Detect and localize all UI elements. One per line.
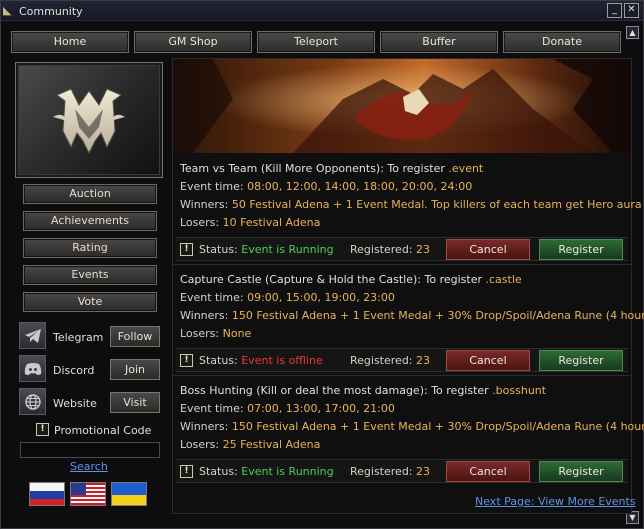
search-link[interactable]: Search [70, 460, 108, 473]
discord-icon [19, 355, 46, 382]
register-button[interactable]: Register [539, 239, 623, 260]
ukraine-flag[interactable] [111, 482, 147, 506]
website-label: Website [53, 397, 97, 410]
cancel-button[interactable]: Cancel [446, 239, 530, 260]
nav-home-button[interactable]: Home [11, 31, 129, 53]
rating-button[interactable]: Rating [23, 238, 157, 258]
event-title: Boss Hunting (Kill or deal the most dama… [180, 384, 547, 397]
nav-gm-shop-button[interactable]: GM Shop [134, 31, 252, 53]
event-losers: Losers: 10 Festival Adena [180, 216, 321, 229]
event-banner-image [173, 59, 631, 153]
discord-label: Discord [53, 364, 95, 377]
nav-donate-button[interactable]: Donate [503, 31, 621, 53]
info-icon: ! [36, 423, 49, 436]
event-capture-castle: Capture Castle (Capture & Hold the Castl… [173, 264, 644, 375]
event-title: Team vs Team (Kill More Opponents): To r… [180, 162, 484, 175]
telegram-icon [19, 322, 46, 349]
usa-flag[interactable] [70, 482, 106, 506]
next-page-link[interactable]: Next Page: View More Events [475, 495, 636, 508]
vote-button[interactable]: Vote [23, 292, 157, 312]
event-command: .event [448, 162, 484, 175]
promo-code-input[interactable] [20, 442, 160, 458]
cancel-button[interactable]: Cancel [446, 461, 530, 482]
register-button[interactable]: Register [539, 350, 623, 371]
event-winners: Winners: 150 Festival Adena + 1 Event Me… [180, 309, 644, 322]
registered-count: Registered: 23 [350, 465, 430, 478]
server-logo [15, 62, 163, 178]
event-time: Event time: 07:00, 13:00, 17:00, 21:00 [180, 402, 395, 415]
discord-join-button[interactable]: Join [110, 359, 160, 380]
auction-button[interactable]: Auction [23, 184, 157, 204]
event-winners: Winners: 150 Festival Adena + 1 Event Me… [180, 420, 644, 433]
nav-buffer-button[interactable]: Buffer [380, 31, 498, 53]
status-bar: ! Status: Event is offline Registered: 2… [176, 348, 628, 372]
warning-icon: ! [180, 354, 193, 367]
title-bar[interactable]: ◣ Community _ ✕ [1, 1, 643, 21]
globe-icon [19, 388, 46, 415]
event-losers: Losers: 25 Festival Adena [180, 438, 321, 451]
status-text: Status: Event is offline [199, 354, 323, 367]
event-time: Event time: 08:00, 12:00, 14:00, 18:00, … [180, 180, 473, 193]
scroll-up-button[interactable]: ▲ [626, 26, 639, 39]
telegram-label: Telegram [53, 331, 104, 344]
warning-icon: ! [180, 465, 193, 478]
register-button[interactable]: Register [539, 461, 623, 482]
events-button[interactable]: Events [23, 265, 157, 285]
close-button[interactable]: ✕ [624, 3, 639, 18]
telegram-follow-button[interactable]: Follow [110, 326, 160, 347]
event-losers: Losers: None [180, 327, 252, 340]
event-winners: Winners: 50 Festival Adena + 1 Event Med… [180, 198, 642, 211]
event-title: Capture Castle (Capture & Hold the Castl… [180, 273, 522, 286]
event-time: Event time: 09:00, 15:00, 19:00, 23:00 [180, 291, 395, 304]
status-text: Status: Event is Running [199, 243, 334, 256]
russia-flag[interactable] [29, 482, 65, 506]
window-title: Community [19, 5, 83, 18]
logo-emblem-icon [18, 65, 160, 175]
cancel-button[interactable]: Cancel [446, 350, 530, 371]
warning-icon: ! [180, 243, 193, 256]
registered-count: Registered: 23 [350, 243, 430, 256]
status-bar: ! Status: Event is Running Registered: 2… [176, 237, 628, 261]
achievements-button[interactable]: Achievements [23, 211, 157, 231]
window-corner-icon: ◣ [3, 4, 12, 17]
promo-code-label: Promotional Code [54, 424, 152, 437]
nav-teleport-button[interactable]: Teleport [257, 31, 375, 53]
community-window: ◣ Community _ ✕ Home GM Shop Teleport Bu… [0, 0, 644, 529]
status-text: Status: Event is Running [199, 465, 334, 478]
event-team-vs-team: Team vs Team (Kill More Opponents): To r… [173, 153, 642, 264]
registered-count: Registered: 23 [350, 354, 430, 367]
status-bar: ! Status: Event is Running Registered: 2… [176, 459, 628, 483]
minimize-button[interactable]: _ [607, 3, 622, 18]
event-command: .castle [485, 273, 522, 286]
website-visit-button[interactable]: Visit [110, 392, 160, 413]
event-boss-hunting: Boss Hunting (Kill or deal the most dama… [173, 375, 644, 486]
event-command: .bosshunt [492, 384, 547, 397]
